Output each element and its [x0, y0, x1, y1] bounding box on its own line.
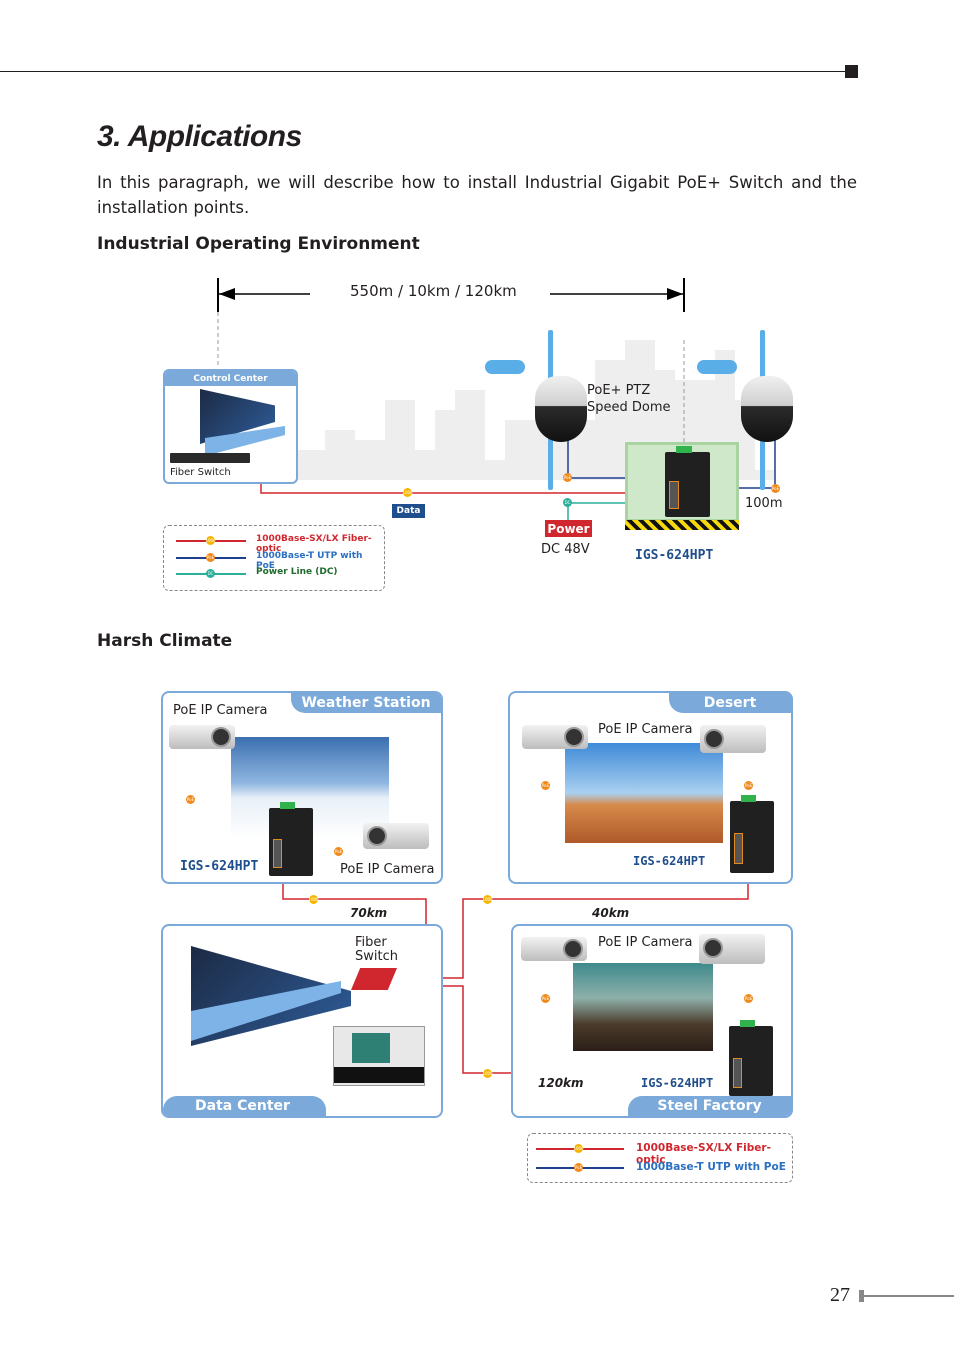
harsh-lines — [189, 750, 749, 1074]
legend-fiber-badge: 1000 — [573, 1144, 584, 1153]
steel-factory-tab: Steel Factory — [628, 1096, 791, 1116]
poe-badge: PoE — [541, 994, 550, 1003]
ip-camera-icon — [363, 823, 429, 849]
weather-camera2-label: PoE IP Camera — [340, 862, 435, 877]
fiber-switch-device — [351, 968, 397, 990]
management-screen — [333, 1026, 425, 1086]
ip-camera-icon — [699, 934, 765, 964]
ip-camera-icon — [522, 725, 588, 749]
fiber-switch-label: Fiber Switch — [355, 936, 398, 964]
weather-station-box: Weather Station PoE IP Camera IGS-624HPT… — [161, 691, 443, 884]
distance-120km: 120km — [538, 1076, 584, 1090]
ip-camera-icon — [700, 725, 766, 753]
legend-poe-label: 1000Base-T UTP with PoE — [636, 1161, 786, 1173]
ip-camera-icon — [521, 937, 587, 961]
factory-scene-photo — [573, 963, 713, 1051]
steel-camera-label: PoE IP Camera — [598, 935, 693, 950]
weather-model-label: IGS-624HPT — [180, 859, 259, 874]
poe-badge: PoE — [744, 994, 753, 1003]
page-number: 27 — [830, 1284, 850, 1306]
steel-model-label: IGS-624HPT — [641, 1076, 714, 1090]
poe-badge: PoE — [186, 795, 195, 804]
legend-harsh: 1000 1000Base-SX/LX Fiber-optic PoE 1000… — [527, 1133, 793, 1183]
desert-tab: Desert — [669, 693, 791, 713]
legend-poe-badge: PoE — [574, 1163, 583, 1172]
data-center-tab: Data Center — [163, 1096, 326, 1116]
footer-rule — [864, 1295, 954, 1297]
distance-40km: 40km — [592, 906, 630, 920]
fiber-badge: 1000 — [308, 895, 319, 904]
distance-70km: 70km — [350, 906, 388, 920]
fiber-switch-line2: Switch — [355, 949, 398, 964]
igs-624hpt-switch — [729, 1020, 773, 1096]
desert-camera-label: PoE IP Camera — [598, 722, 693, 737]
weather-camera1-label: PoE IP Camera — [173, 703, 268, 718]
desert-scene-photo — [565, 743, 723, 843]
ip-camera-icon — [169, 725, 235, 749]
fiber-switch-line1: Fiber — [355, 935, 387, 950]
fiber-badge: 1000 — [482, 1069, 493, 1078]
data-center-box: Fiber Switch Data Center — [161, 924, 443, 1118]
weather-station-tab: Weather Station — [291, 693, 441, 713]
desert-model-label: IGS-624HPT — [633, 854, 706, 868]
poe-badge: PoE — [541, 781, 550, 790]
poe-badge: PoE — [334, 847, 343, 856]
fiber-badge: 1000 — [482, 895, 493, 904]
igs-624hpt-switch — [269, 802, 313, 876]
igs-624hpt-switch — [730, 795, 774, 873]
poe-badge: PoE — [744, 781, 753, 790]
